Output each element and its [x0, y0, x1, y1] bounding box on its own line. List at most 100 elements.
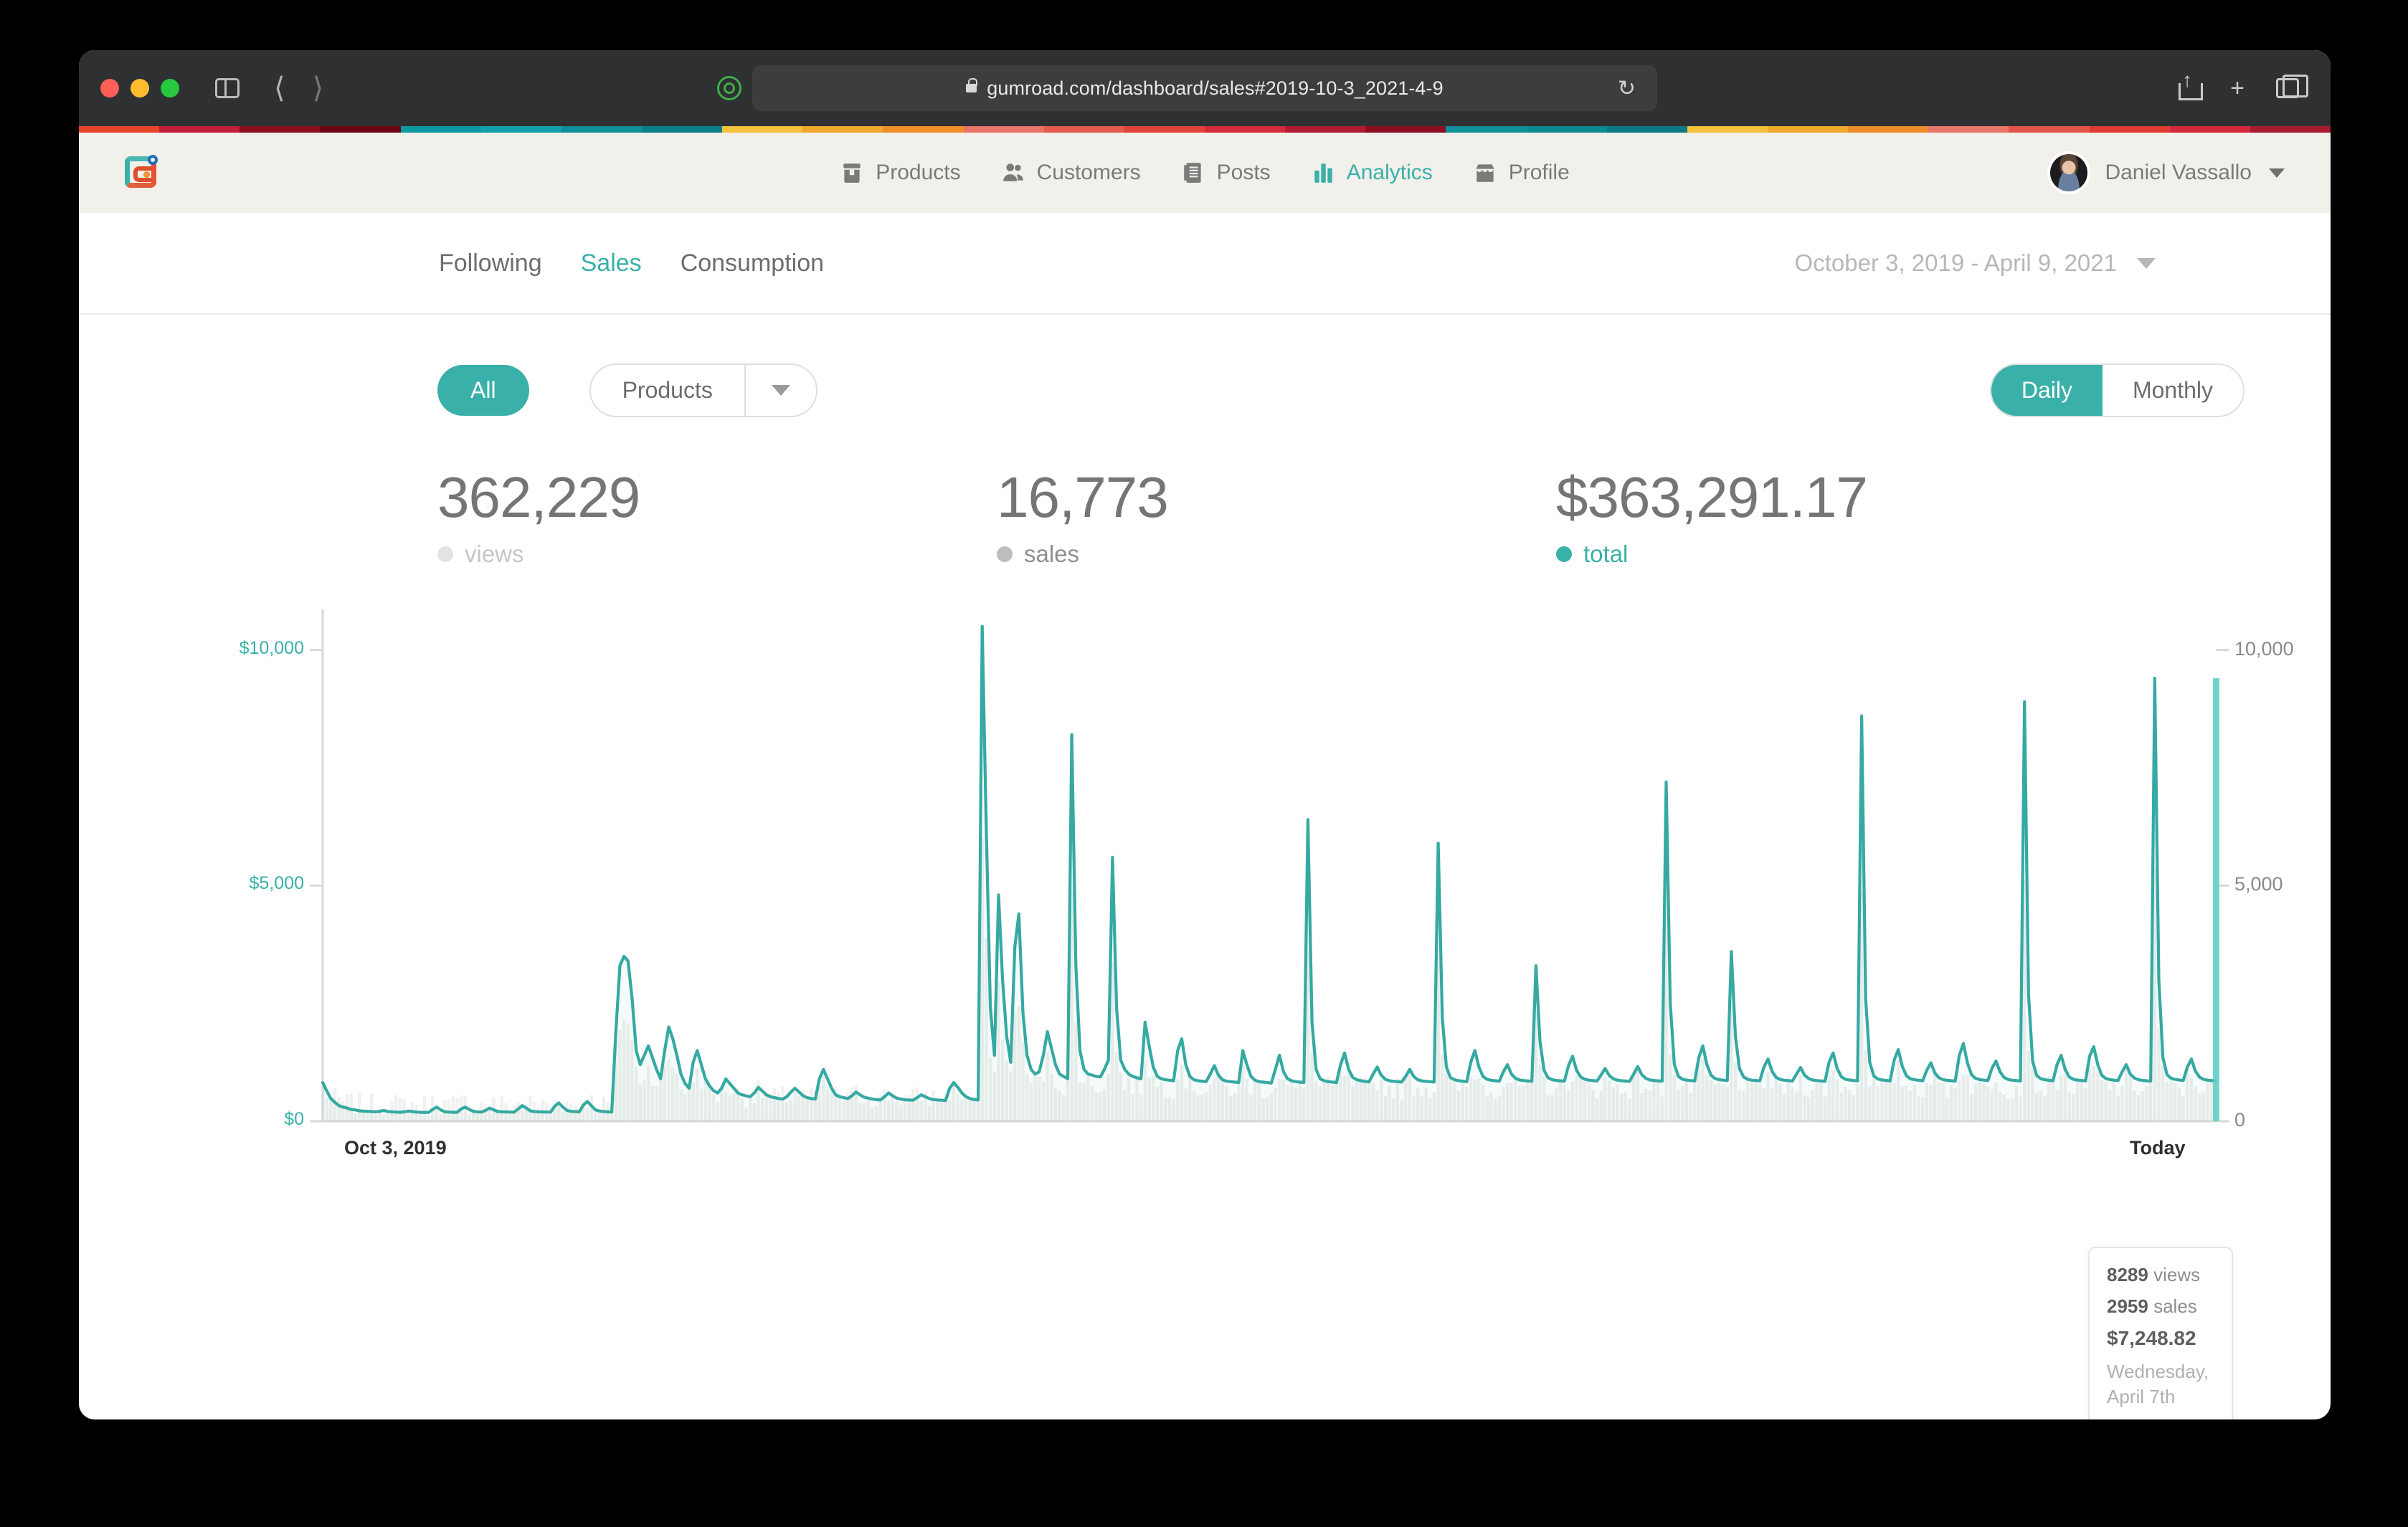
- chart-tooltip: 8289 views 2959 sales $7,248.82 Wednesda…: [2088, 1247, 2233, 1419]
- address-bar[interactable]: gumroad.com/dashboard/sales#2019-10-3_20…: [752, 65, 1657, 111]
- products-icon: [840, 161, 864, 185]
- sales-chart[interactable]: $0 $5,000 $10,000 0 5,000 10,000 Oct 3, …: [122, 606, 2288, 1166]
- stripe-segment: [1607, 126, 1687, 133]
- stat-label: views: [465, 541, 524, 568]
- products-dropdown-toggle[interactable]: [746, 365, 816, 416]
- y-axis-tick-right: 10,000: [2234, 638, 2294, 660]
- products-filter-dropdown[interactable]: Products: [589, 363, 817, 417]
- nav-item-profile[interactable]: Profile: [1473, 161, 1570, 185]
- tab-consumption[interactable]: Consumption: [681, 249, 824, 277]
- chevron-down-icon[interactable]: [2269, 168, 2285, 178]
- legend-dot-views: [437, 546, 453, 562]
- y-axis-tick-right: 0: [2234, 1109, 2245, 1131]
- main-nav: Products Customers: [79, 161, 2331, 185]
- share-icon[interactable]: [2179, 76, 2199, 100]
- stripe-segment: [2090, 126, 2170, 133]
- stripe-segment: [1687, 126, 1768, 133]
- tooltip-views-value: 8289: [2107, 1264, 2148, 1285]
- chevron-down-icon: [772, 385, 790, 396]
- stripe-segment: [964, 126, 1044, 133]
- stat-sales: 16,773 sales: [997, 465, 1556, 568]
- stat-value: $363,291.17: [1556, 465, 1867, 531]
- stripe-segment: [240, 126, 320, 133]
- nav-item-products[interactable]: Products: [840, 161, 960, 185]
- analytics-icon: [1311, 161, 1335, 185]
- chart-canvas[interactable]: [122, 606, 2288, 1166]
- lock-icon: [966, 84, 977, 92]
- nav-item-customers[interactable]: Customers: [1001, 161, 1141, 185]
- stripe-segment: [481, 126, 561, 133]
- nav-label: Profile: [1509, 161, 1570, 185]
- stripe-segment: [722, 126, 802, 133]
- profile-icon: [1473, 161, 1497, 185]
- filter-row: All Products Daily Monthly: [122, 315, 2288, 417]
- stripe-segment: [2250, 126, 2331, 133]
- chevron-down-icon[interactable]: [2137, 258, 2156, 269]
- stripe-segment: [1044, 126, 1124, 133]
- stripe-segment: [1928, 126, 2009, 133]
- stripe-segment: [1527, 126, 1607, 133]
- tooltip-sales-label: sales: [2153, 1295, 2197, 1317]
- tooltip-sales-row: 2959 sales: [2107, 1295, 2214, 1318]
- analytics-content: All Products Daily Monthly 362,229 views: [79, 315, 2331, 1166]
- legend-dot-sales: [997, 546, 1013, 562]
- y-axis-tick-left: $10,000: [122, 638, 304, 659]
- stripe-segment: [320, 126, 400, 133]
- posts-icon: [1181, 161, 1205, 185]
- gumroad-logo[interactable]: [120, 152, 162, 194]
- show-tabs-icon[interactable]: [2276, 78, 2299, 98]
- nav-item-analytics[interactable]: Analytics: [1311, 161, 1433, 185]
- x-axis-tick-end: Today: [2130, 1137, 2186, 1159]
- stripe-segment: [1446, 126, 1526, 133]
- stat-total: $363,291.17 total: [1556, 465, 1867, 568]
- account-name: Daniel Vassallo: [2105, 161, 2252, 185]
- tooltip-amount: $7,248.82: [2107, 1327, 2214, 1350]
- stripe-segment: [79, 126, 159, 133]
- stripe-segment: [1285, 126, 1365, 133]
- brand-color-stripe: [79, 126, 2331, 133]
- stripe-segment: [1365, 126, 1446, 133]
- stripe-segment: [1848, 126, 1928, 133]
- stripe-segment: [159, 126, 240, 133]
- nav-item-posts[interactable]: Posts: [1181, 161, 1271, 185]
- app-header: Products Customers: [79, 133, 2331, 213]
- stripe-segment: [883, 126, 963, 133]
- reload-icon[interactable]: ↻: [1618, 76, 1636, 101]
- total-line[interactable]: [323, 627, 2216, 1113]
- toggle-monthly[interactable]: Monthly: [2103, 365, 2243, 416]
- tab-following[interactable]: Following: [439, 249, 542, 277]
- customers-icon: [1001, 161, 1025, 185]
- products-filter-label: Products: [591, 365, 744, 416]
- browser-chrome: ⟨ ⟩ gumroad.com/dashboard/sales#2019-10-…: [79, 50, 2331, 126]
- y-axis-tick-left: $5,000: [122, 873, 304, 894]
- tooltip-views-row: 8289 views: [2107, 1264, 2214, 1286]
- tooltip-views-label: views: [2153, 1264, 2200, 1285]
- avatar: [2050, 154, 2087, 191]
- y-axis-tick-left: $0: [122, 1109, 304, 1130]
- toggle-daily[interactable]: Daily: [1991, 365, 2103, 416]
- stripe-segment: [642, 126, 722, 133]
- browser-window: ⟨ ⟩ gumroad.com/dashboard/sales#2019-10-…: [79, 50, 2331, 1419]
- highlight-bar: [2213, 678, 2219, 1121]
- legend-dot-total: [1556, 546, 1572, 562]
- date-range-text: October 3, 2019 - April 9, 2021: [1795, 249, 2117, 277]
- stat-label: total: [1583, 541, 1628, 568]
- filter-all-button[interactable]: All: [437, 365, 529, 416]
- tab-sales[interactable]: Sales: [581, 249, 642, 277]
- stripe-segment: [1768, 126, 1848, 133]
- stat-label: sales: [1024, 541, 1079, 568]
- nav-label: Analytics: [1347, 161, 1433, 185]
- account-menu[interactable]: Daniel Vassallo: [2050, 154, 2285, 191]
- privacy-report-icon[interactable]: [717, 76, 741, 100]
- tooltip-sales-value: 2959: [2107, 1295, 2148, 1317]
- nav-label: Posts: [1217, 161, 1271, 185]
- stat-value: 16,773: [997, 465, 1556, 531]
- stripe-segment: [2009, 126, 2089, 133]
- sub-nav: Following Sales Consumption October 3, 2…: [79, 213, 2331, 315]
- stripe-segment: [401, 126, 481, 133]
- nav-label: Customers: [1037, 161, 1141, 185]
- stripe-segment: [1205, 126, 1285, 133]
- nav-label: Products: [876, 161, 960, 185]
- date-range-picker[interactable]: October 3, 2019 - April 9, 2021: [1795, 249, 2156, 277]
- stat-value: 362,229: [437, 465, 997, 531]
